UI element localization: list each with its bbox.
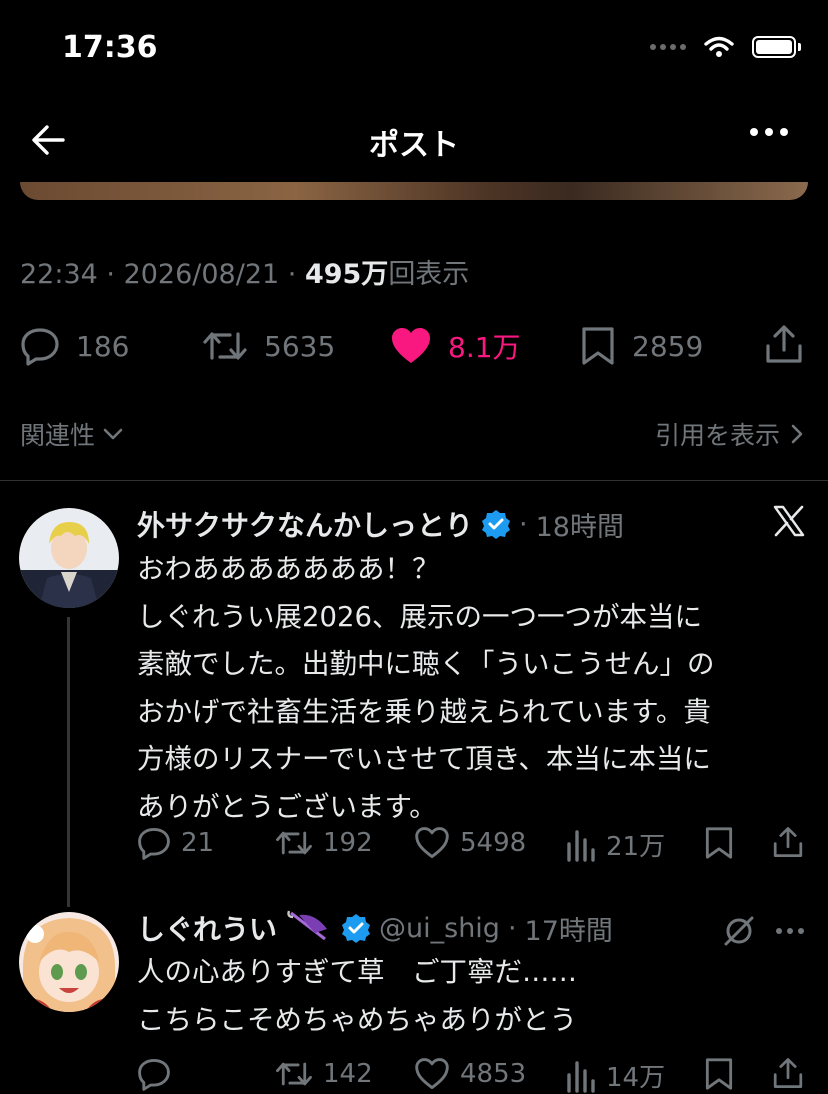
avatar[interactable] — [19, 912, 119, 1012]
share-button[interactable] — [772, 1056, 804, 1090]
share-button[interactable] — [772, 825, 804, 859]
status-icons — [650, 36, 801, 58]
bookmark-icon — [582, 327, 614, 365]
view-quotes-label: 引用を表示 — [654, 421, 780, 450]
bookmark-icon — [705, 827, 733, 859]
heart-icon — [415, 827, 449, 859]
like-count: 4853 — [460, 1059, 527, 1089]
share-icon[interactable] — [764, 324, 804, 364]
author-handle[interactable]: @ui_shig — [379, 913, 500, 944]
cellular-signal-icon — [650, 44, 686, 50]
text-line: おかげで社畜生活を乗り越えられています。貴 — [137, 695, 711, 728]
like-button[interactable]: 4853 — [414, 1057, 526, 1091]
bookmark-button[interactable] — [704, 1057, 734, 1091]
more-options-icon[interactable] — [750, 128, 788, 136]
repost-count: 192 — [323, 828, 373, 858]
more-options-icon[interactable] — [776, 928, 804, 934]
text-line: ありがとうございます。 — [137, 790, 437, 823]
avatar-image — [19, 508, 119, 608]
reply-button[interactable] — [137, 1057, 171, 1091]
repost-count: 142 — [323, 1059, 373, 1089]
chevron-down-icon — [103, 428, 123, 440]
like-count: 5498 — [460, 828, 527, 858]
x-logo-icon — [773, 505, 805, 537]
view-quotes-link[interactable]: 引用を表示 — [655, 416, 804, 452]
grok-icon[interactable] — [722, 914, 756, 948]
heart-filled-icon — [392, 328, 430, 363]
sort-dropdown[interactable]: 関連性 — [20, 416, 123, 452]
post-age: 17時間 — [524, 915, 613, 947]
views-label: 回表示 — [388, 259, 470, 290]
sort-label: 関連性 — [20, 421, 96, 450]
views-count: 495万 — [304, 259, 389, 290]
repost-icon — [276, 1062, 312, 1086]
repost-button[interactable]: 5635 — [202, 326, 335, 366]
text-line: 方様のリスナーでいさせて頂き、本当に本当に — [137, 743, 711, 775]
repost-icon — [276, 831, 312, 855]
verified-badge-icon — [482, 510, 511, 539]
repost-icon — [203, 332, 247, 360]
text-line: しぐれうい展2026、展示の一つ一つが本当に — [137, 600, 702, 633]
post-age: 18時間 — [535, 511, 624, 543]
share-icon — [773, 1058, 803, 1088]
reply-icon — [138, 1058, 170, 1091]
post-date: 2026/08/21 — [123, 259, 280, 290]
reply-icon — [138, 827, 170, 860]
analytics-icon — [567, 1060, 595, 1093]
text-line: おわあああああああ！？ — [137, 553, 440, 585]
repost-button[interactable]: 142 — [275, 1057, 373, 1091]
reply-count: 186 — [76, 329, 130, 363]
reply-header: しぐれうい @ui_shig · 17時間 — [137, 908, 613, 948]
bookmark-count: 2859 — [632, 329, 704, 363]
text-line: 素敵でした。出勤中に聴く「ういこうせん」の — [137, 648, 715, 680]
views-count: 14万 — [606, 1063, 666, 1093]
post-media-image[interactable] — [20, 182, 808, 200]
reply-button[interactable]: 21 — [137, 826, 214, 860]
verified-badge-icon — [342, 914, 371, 943]
post-time: 22:34 — [20, 259, 98, 290]
bookmark-button[interactable] — [704, 826, 734, 860]
repost-button[interactable]: 192 — [275, 826, 373, 860]
repost-count: 5635 — [264, 329, 336, 363]
like-button[interactable]: 8.1万 — [390, 326, 521, 366]
divider — [0, 480, 828, 481]
text-line: 人の心ありすぎて草 ご丁寧だ…… — [137, 956, 577, 988]
like-count: 8.1万 — [448, 331, 521, 364]
avatar-image — [19, 912, 119, 1012]
post-meta: 22:34 · 2026/08/21 · 495万回表示 — [20, 259, 470, 290]
bookmark-icon — [705, 1058, 733, 1090]
wifi-icon — [704, 36, 734, 57]
reply-text: おわあああああああ！？ しぐれうい展2026、展示の一つ一つが本当に 素敵でした… — [137, 546, 715, 831]
text-line: こちらこそめちゃめちゃありがとう — [137, 1003, 577, 1036]
page-title: ポスト — [369, 128, 459, 163]
reply-header: 外サクサクなんかしっとり · 18時間 — [137, 504, 624, 544]
heart-icon — [415, 1058, 449, 1090]
author-name[interactable]: 外サクサクなんかしっとり — [137, 504, 473, 544]
views-count: 21万 — [606, 832, 666, 862]
avatar[interactable] — [19, 508, 119, 608]
umbrella-icon — [287, 910, 328, 941]
reply-text: 人の心ありすぎて草 ご丁寧だ…… こちらこそめちゃめちゃありがとう — [137, 949, 577, 1044]
status-time: 17:36 — [62, 30, 158, 65]
bookmark-button[interactable]: 2859 — [580, 326, 703, 366]
share-icon — [773, 827, 803, 857]
views-button[interactable]: 21万 — [566, 826, 665, 863]
reply-icon — [21, 328, 59, 366]
battery-icon — [752, 36, 801, 58]
thread-line — [67, 617, 70, 907]
reply-button[interactable]: 186 — [20, 326, 129, 366]
views-button[interactable]: 14万 — [566, 1057, 665, 1094]
analytics-icon — [567, 829, 595, 862]
reply-count: 21 — [181, 828, 215, 858]
author-name[interactable]: しぐれうい — [137, 908, 277, 948]
like-button[interactable]: 5498 — [414, 826, 526, 860]
chevron-right-icon — [791, 424, 803, 444]
